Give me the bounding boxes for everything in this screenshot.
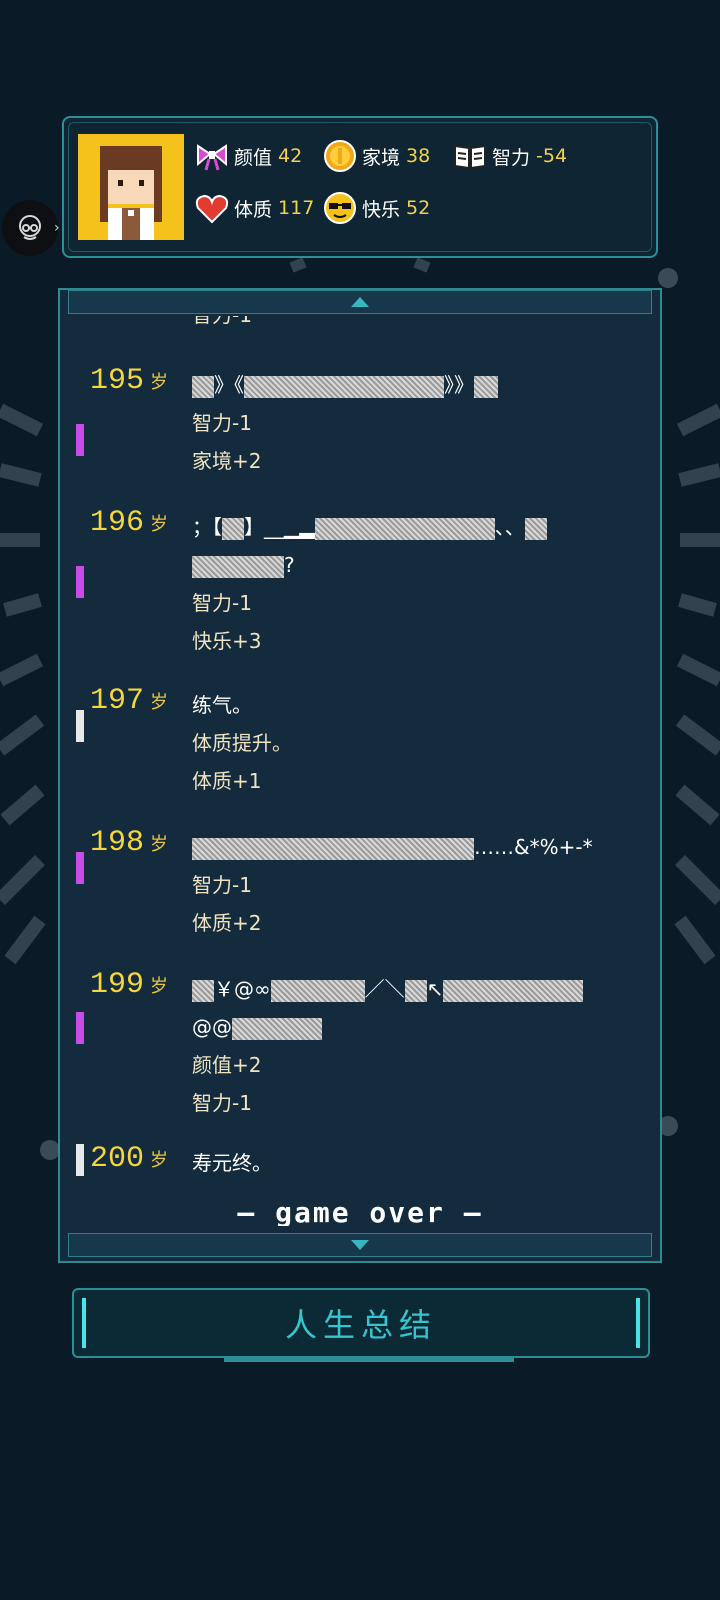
event-text: 寿元终。	[192, 1151, 272, 1175]
glitch-block	[314, 517, 495, 540]
life-summary-label: 人生总结	[284, 1306, 437, 1344]
game-over-text: — game over —	[237, 1196, 483, 1226]
glitch-block	[232, 1017, 322, 1040]
glitch-block	[270, 979, 365, 1002]
assistant-bubble-button[interactable]	[2, 200, 58, 256]
age-label: 197 岁	[90, 684, 169, 718]
glitch-block	[443, 979, 584, 1002]
stats-panel: 颜值 42 家境 38 智力 -54 体质 117 快乐 52	[62, 116, 658, 258]
event-text: ；【 】__▁▂、、?	[192, 508, 632, 584]
glitch-block	[192, 555, 284, 578]
partial-effect-line: 智力-1	[192, 316, 252, 334]
heart-icon	[195, 194, 229, 224]
glitch-block	[474, 375, 498, 398]
life-log-list[interactable]: 智力-1 195岁 》《》》 智力-1 家境+2 196岁 ；【】__▁▂、、?…	[60, 316, 660, 1226]
button-edge-left	[82, 1298, 86, 1348]
effect-line: 智力-1	[192, 591, 252, 615]
triangle-up-icon	[351, 297, 369, 307]
triangle-down-icon	[351, 1240, 369, 1250]
age-label: 195 岁	[90, 364, 169, 398]
coin-icon	[324, 140, 356, 172]
rarity-marker	[76, 424, 84, 456]
effect-line: 体质提升。	[192, 731, 292, 755]
stat-happiness: 快乐 52	[322, 190, 430, 226]
glitch-block	[404, 979, 427, 1002]
event-text: 》《 》》	[192, 366, 632, 404]
rarity-marker	[76, 852, 84, 884]
scroll-up-button[interactable]	[68, 290, 652, 314]
avatar[interactable]	[78, 134, 184, 240]
event-text: 练气。	[192, 693, 252, 717]
effect-line: 颜值+2	[192, 1053, 262, 1077]
effect-line: 快乐+3	[192, 629, 262, 653]
age-label: 199 岁	[90, 968, 169, 1002]
effect-line: 智力-1	[192, 411, 252, 435]
button-edge-right	[636, 1298, 640, 1348]
scroll-down-button[interactable]	[68, 1233, 652, 1257]
life-summary-button[interactable]: 人生总结	[72, 1288, 650, 1362]
effect-line: 体质+1	[192, 769, 262, 793]
chevron-right-icon[interactable]: ›	[54, 220, 60, 236]
event-text: ￥@∞ ／＼ ↖ @@	[192, 970, 632, 1046]
sunglasses-icon	[324, 192, 356, 224]
life-log-panel: 智力-1 195岁 》《》》 智力-1 家境+2 196岁 ；【】__▁▂、、?…	[58, 288, 662, 1263]
age-label: 198 岁	[90, 826, 169, 860]
glitch-block	[244, 375, 444, 398]
effect-line: 智力-1	[192, 1091, 252, 1115]
age-label: 200 岁	[90, 1142, 169, 1176]
glitch-block	[222, 517, 244, 540]
rarity-marker	[76, 710, 84, 742]
glitch-block	[192, 375, 214, 398]
brain-icon	[19, 215, 41, 240]
glitch-block	[524, 517, 547, 540]
button-foot	[224, 1356, 514, 1362]
book-icon	[454, 144, 486, 170]
rarity-marker	[76, 1012, 84, 1044]
glitch-block	[192, 837, 474, 860]
effect-line: 体质+2	[192, 911, 262, 935]
stat-constitution: 体质 117	[194, 190, 314, 226]
glitch-block	[192, 979, 214, 1002]
rarity-marker	[76, 566, 84, 598]
effect-line: 智力-1	[192, 873, 252, 897]
effect-line: 家境+2	[192, 449, 262, 473]
bow-icon	[197, 144, 227, 171]
age-label: 196 岁	[90, 506, 169, 540]
event-text: ……&*%+-*	[192, 828, 632, 866]
stat-family: 家境 38	[322, 138, 430, 174]
stat-appearance: 颜值 42	[194, 138, 302, 174]
rarity-marker	[76, 1144, 84, 1176]
stat-intelligence: 智力 -54	[452, 138, 567, 174]
